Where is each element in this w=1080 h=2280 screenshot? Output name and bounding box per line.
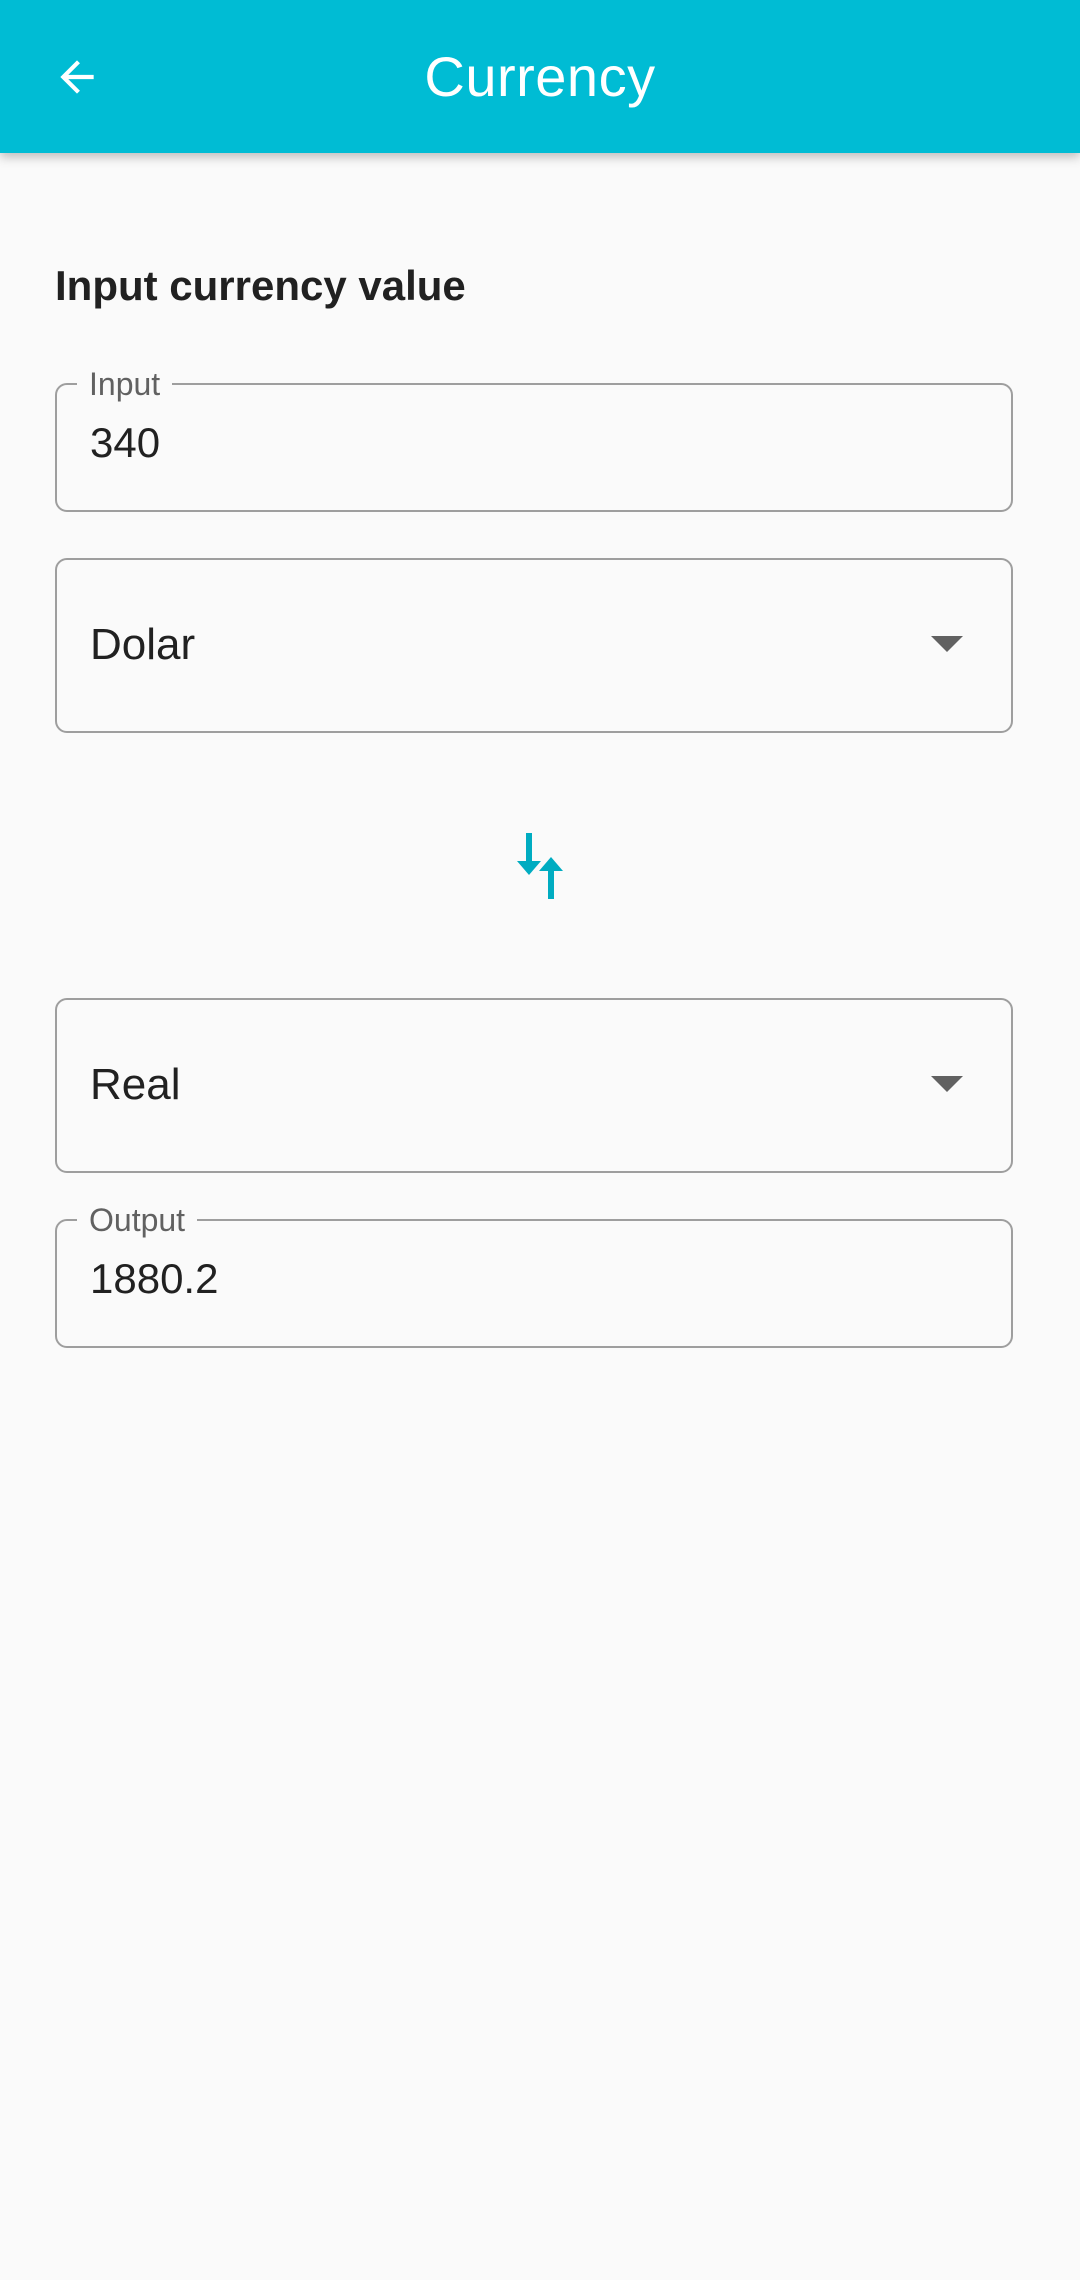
input-value[interactable]: 340: [90, 419, 970, 467]
output-field[interactable]: Output 1880.2: [55, 1201, 1013, 1348]
swap-button[interactable]: [500, 820, 580, 910]
input-field[interactable]: Input 340: [55, 365, 1013, 512]
from-currency-dropdown[interactable]: Dolar: [55, 558, 1013, 733]
dropdown-arrow-icon: [931, 636, 963, 652]
input-field-label: Input: [77, 365, 173, 403]
page-title: Currency: [424, 45, 656, 108]
section-title: Input currency value: [55, 262, 466, 309]
output-field-label: Output: [77, 1201, 198, 1239]
to-currency-value: Real: [90, 1060, 181, 1109]
app-bar: Currency: [0, 0, 1080, 153]
output-value[interactable]: 1880.2: [90, 1255, 970, 1303]
from-currency-value: Dolar: [90, 620, 196, 669]
to-currency-dropdown[interactable]: Real: [55, 998, 1013, 1173]
swap-vert-icon: [517, 833, 563, 899]
dropdown-arrow-icon: [931, 1076, 963, 1092]
